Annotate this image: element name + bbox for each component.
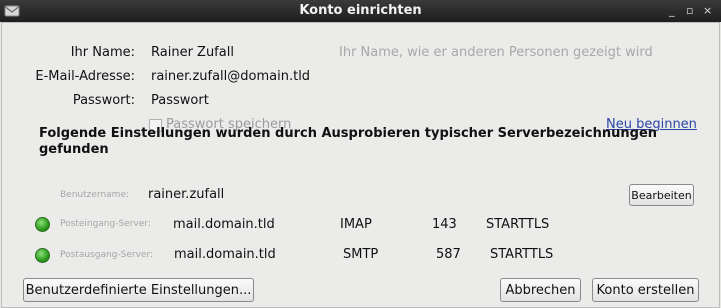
outgoing-server-label: Postausgang-Server: bbox=[60, 250, 154, 260]
outgoing-security: STARTTLS bbox=[490, 247, 554, 262]
outgoing-protocol: SMTP bbox=[343, 247, 379, 262]
incoming-status-icon bbox=[35, 217, 50, 232]
minimize-icon[interactable]: _ bbox=[669, 4, 675, 18]
password-field[interactable]: Passwort bbox=[151, 93, 209, 108]
outgoing-port: 587 bbox=[436, 247, 461, 262]
incoming-host: mail.domain.tld bbox=[173, 217, 275, 232]
incoming-server-label: Posteingang-Server: bbox=[60, 219, 151, 229]
name-field[interactable]: Rainer Zufall bbox=[151, 45, 234, 60]
maximize-icon[interactable]: ▫ bbox=[686, 4, 693, 18]
close-icon[interactable]: × bbox=[703, 4, 712, 18]
edit-button[interactable]: Bearbeiten bbox=[629, 184, 694, 206]
detected-heading: Folgende Einstellungen wurden durch Ausp… bbox=[39, 126, 658, 157]
username-label: Benutzername: bbox=[60, 190, 130, 200]
outgoing-status-icon bbox=[35, 248, 50, 263]
create-account-button[interactable]: Konto erstellen bbox=[592, 278, 699, 302]
password-label: Passwort: bbox=[72, 93, 135, 108]
custom-settings-button[interactable]: Benutzerdefinierte Einstellungen... bbox=[23, 278, 254, 302]
dialog-body bbox=[1, 22, 720, 308]
cancel-button[interactable]: Abbrechen bbox=[500, 278, 581, 302]
incoming-security: STARTTLS bbox=[486, 217, 550, 232]
name-hint: Ihr Name, wie er anderen Personen gezeig… bbox=[339, 45, 653, 60]
window-title: Konto einrichten bbox=[299, 3, 422, 18]
username-value: rainer.zufall bbox=[148, 187, 225, 202]
email-label: E-Mail-Adresse: bbox=[35, 69, 135, 84]
outgoing-host: mail.domain.tld bbox=[174, 247, 276, 262]
incoming-protocol: IMAP bbox=[340, 217, 372, 232]
window-titlebar: Konto einrichten _ ▫ × bbox=[0, 0, 721, 22]
email-field[interactable]: rainer.zufall@domain.tld bbox=[151, 69, 310, 84]
name-label: Ihr Name: bbox=[70, 45, 135, 60]
incoming-port: 143 bbox=[432, 217, 457, 232]
